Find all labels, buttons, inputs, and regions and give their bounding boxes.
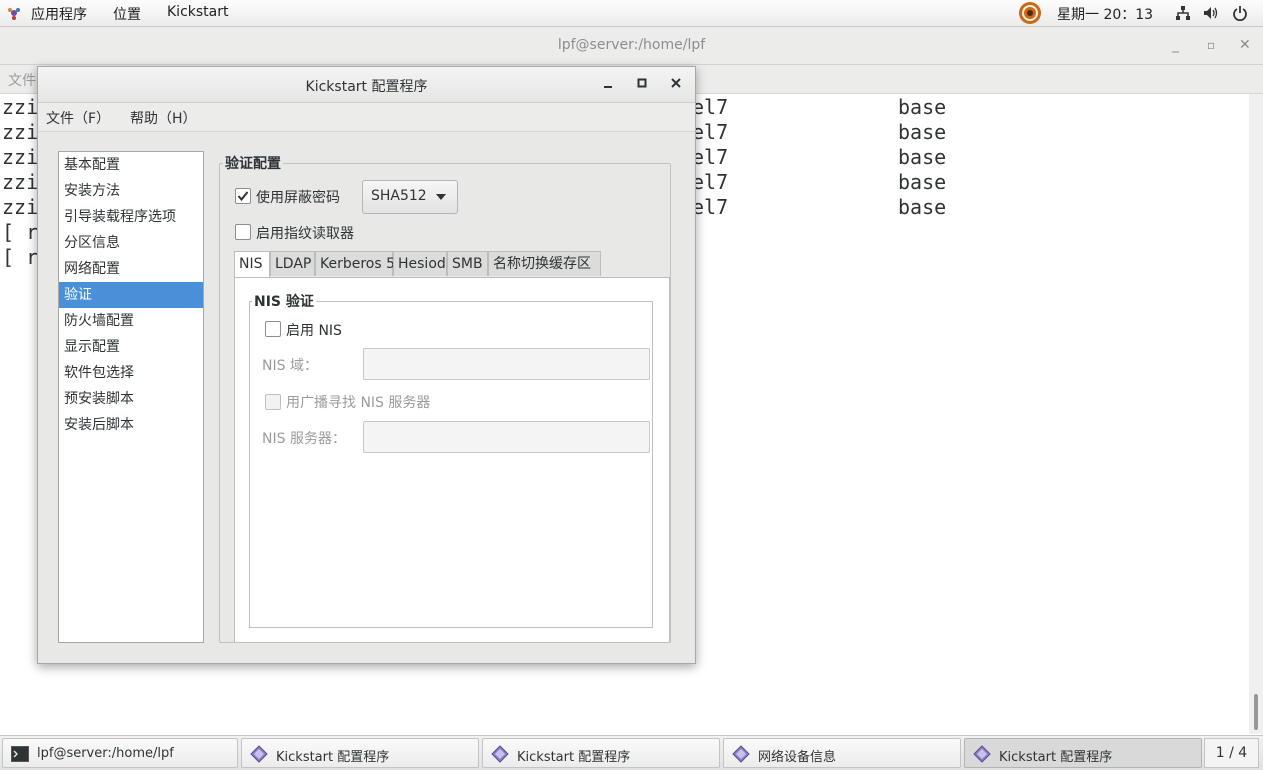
active-app-menu[interactable]: Kickstart	[167, 4, 228, 20]
fingerprint-checkbox[interactable]	[235, 224, 251, 240]
kickstart-icon	[973, 745, 991, 763]
sidebar-item[interactable]: 防火墙配置	[59, 308, 203, 334]
sidebar-item[interactable]: 安装方法	[59, 178, 203, 204]
sidebar-item[interactable]: 验证	[59, 282, 203, 308]
terminal-line-start: zzi	[2, 195, 39, 219]
broadcast-nis-label: 用广播寻找 NIS 服务器	[286, 395, 431, 411]
menu-help[interactable]: 帮助（H）	[130, 108, 197, 128]
taskbar-item[interactable]: Kickstart 配置程序	[241, 738, 479, 768]
nis-server-input[interactable]	[363, 421, 650, 453]
dialog-menubar: 文件（F） 帮助（H）	[38, 103, 695, 132]
nis-legend: NIS 验证	[252, 291, 316, 311]
sidebar-item[interactable]: 安装后脚本	[59, 412, 203, 438]
auth-tab[interactable]: Kerberos 5	[315, 251, 395, 276]
applications-menu[interactable]: 应用程序	[31, 4, 87, 24]
applications-icon[interactable]	[7, 6, 21, 20]
taskbar: lpf@server:/home/lpf Kickstart 配置程序 Kickst…	[0, 735, 1263, 770]
taskbar-item[interactable]: 网络设备信息	[723, 738, 961, 768]
terminal-line-repo: base	[898, 120, 947, 144]
hash-algorithm-value: SHA512	[371, 188, 427, 204]
terminal-minimize-button[interactable]: _	[1172, 37, 1179, 53]
terminal-title: lpf@server:/home/lpf	[557, 37, 706, 53]
terminal-line-release: el7	[692, 120, 729, 144]
taskbar-item[interactable]: lpf@server:/home/lpf	[2, 738, 238, 768]
checkmark-icon	[237, 191, 249, 202]
category-list[interactable]: 基本配置 安装方法 引导装载程序选项 分区信息 网络配置 验证 防火墙配置 显示配置 软件包选择…	[58, 151, 204, 643]
terminal-line-repo: base	[898, 145, 947, 169]
volume-icon[interactable]	[1203, 5, 1219, 21]
clock[interactable]: 星期一 20：13	[1057, 4, 1153, 24]
sidebar-item[interactable]: 分区信息	[59, 230, 203, 256]
workspace-pager[interactable]: 1 / 4	[1204, 738, 1259, 768]
auth-config-legend: 验证配置	[223, 153, 283, 173]
top-panel: 应用程序 位置 Kickstart 星期一 20：13	[0, 0, 1263, 27]
enable-nis-checkbox[interactable]	[265, 321, 281, 337]
terminal-line-start: zzi	[2, 120, 39, 144]
broadcast-nis-checkbox[interactable]	[265, 394, 281, 410]
dialog-title: Kickstart 配置程序	[305, 79, 428, 95]
scrollbar-thumb[interactable]	[1254, 694, 1258, 730]
taskbar-item-label: Kickstart 配置程序	[276, 750, 390, 765]
taskbar-item-label: Kickstart 配置程序	[999, 750, 1113, 765]
taskbar-item-label: lpf@server:/home/lpf	[37, 746, 174, 761]
sidebar-item[interactable]: 预安装脚本	[59, 386, 203, 412]
kickstart-dialog: Kickstart 配置程序 文件（F） 帮助（H） 基本配置 安装方法 引导装载程…	[37, 66, 696, 664]
terminal-line-release: el7	[692, 145, 729, 169]
terminal-line-release: el7	[692, 95, 729, 119]
terminal-line-start: zzi	[2, 170, 39, 194]
taskbar-item-label: 网络设备信息	[758, 750, 837, 765]
auth-tab[interactable]: SMB	[447, 251, 488, 276]
minimize-icon[interactable]	[600, 75, 616, 91]
kickstart-icon	[250, 745, 268, 763]
maximize-icon[interactable]	[634, 75, 650, 91]
terminal-maximize-button[interactable]: ▫	[1207, 38, 1215, 52]
kickstart-icon	[732, 745, 750, 763]
terminal-titlebar: lpf@server:/home/lpf _ ▫ ✕	[0, 27, 1263, 65]
terminal-menu-file[interactable]: 文件	[8, 70, 36, 90]
dialog-titlebar: Kickstart 配置程序	[38, 67, 695, 103]
terminal-line-start: zzi	[2, 95, 39, 119]
taskbar-item-label: Kickstart 配置程序	[517, 750, 631, 765]
sidebar-item[interactable]: 基本配置	[59, 152, 203, 178]
terminal-close-button[interactable]: ✕	[1239, 37, 1251, 53]
nis-server-label: NIS 服务器：	[262, 431, 346, 447]
terminal-line-release: el7	[692, 170, 729, 194]
auth-tab[interactable]: NIS	[234, 251, 270, 278]
fingerprint-label: 启用指纹读取器	[256, 226, 354, 242]
terminal-line-repo: base	[898, 95, 947, 119]
taskbar-item[interactable]: Kickstart 配置程序	[482, 738, 720, 768]
sidebar-item[interactable]: 引导装载程序选项	[59, 204, 203, 230]
network-icon[interactable]	[1175, 5, 1191, 21]
kickstart-icon	[491, 745, 509, 763]
enable-nis-label: 启用 NIS	[286, 323, 342, 339]
places-menu[interactable]: 位置	[113, 4, 141, 24]
sidebar-item[interactable]: 软件包选择	[59, 360, 203, 386]
sidebar-item[interactable]: 网络配置	[59, 256, 203, 282]
auth-tab[interactable]: Hesiod	[393, 251, 447, 276]
terminal-icon	[11, 746, 29, 762]
shadow-password-checkbox[interactable]	[235, 188, 251, 204]
power-icon[interactable]	[1232, 5, 1248, 21]
sidebar-item[interactable]: 显示配置	[59, 334, 203, 360]
terminal-line-start: zzi	[2, 145, 39, 169]
auth-tab[interactable]: 名称切换缓存区	[488, 251, 601, 276]
terminal-line-release: el7	[692, 195, 729, 219]
shadow-password-label: 使用屏蔽密码	[256, 190, 340, 206]
close-icon[interactable]	[668, 75, 684, 91]
auth-tab[interactable]: LDAP	[270, 251, 315, 276]
taskbar-item[interactable]: Kickstart 配置程序	[964, 738, 1202, 768]
nis-domain-label: NIS 域：	[262, 358, 318, 374]
hash-algorithm-combo[interactable]: SHA512	[362, 180, 458, 214]
menu-file[interactable]: 文件（F）	[46, 108, 110, 128]
chevron-down-icon	[436, 194, 446, 200]
terminal-line-repo: base	[898, 170, 947, 194]
terminal-scrollbar[interactable]	[1249, 94, 1263, 734]
fedora-avatar-icon[interactable]	[1018, 1, 1042, 25]
terminal-line-repo: base	[898, 195, 947, 219]
nis-domain-input[interactable]	[363, 348, 650, 380]
